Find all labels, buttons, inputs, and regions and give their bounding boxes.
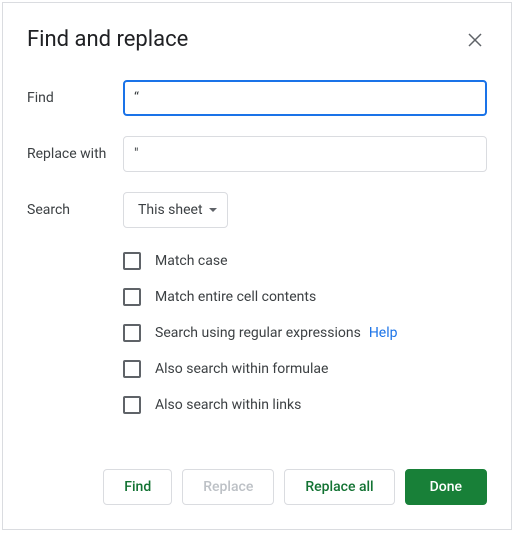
replace-all-button[interactable]: Replace all — [284, 469, 394, 505]
replace-input[interactable] — [123, 136, 487, 172]
search-label: Search — [27, 202, 123, 218]
find-input[interactable] — [123, 80, 487, 116]
regex-label: Search using regular expressions — [155, 325, 361, 341]
chevron-down-icon — [209, 208, 217, 212]
regex-help-link[interactable]: Help — [369, 325, 398, 341]
find-replace-dialog: Find and replace Find Replace with Searc… — [2, 2, 512, 530]
regex-checkbox[interactable] — [123, 324, 141, 342]
options-section: Match case Match entire cell contents Se… — [123, 252, 487, 414]
match-case-option[interactable]: Match case — [123, 252, 487, 270]
formulae-label: Also search within formulae — [155, 361, 328, 377]
search-scope-value: This sheet — [138, 202, 203, 218]
formulae-option[interactable]: Also search within formulae — [123, 360, 487, 378]
match-entire-option[interactable]: Match entire cell contents — [123, 288, 487, 306]
find-button[interactable]: Find — [103, 469, 172, 505]
regex-option[interactable]: Search using regular expressions Help — [123, 324, 487, 342]
links-checkbox[interactable] — [123, 396, 141, 414]
match-entire-checkbox[interactable] — [123, 288, 141, 306]
done-button[interactable]: Done — [405, 469, 487, 505]
formulae-checkbox[interactable] — [123, 360, 141, 378]
find-label: Find — [27, 90, 123, 106]
links-label: Also search within links — [155, 397, 301, 413]
replace-button[interactable]: Replace — [182, 469, 274, 505]
close-button[interactable] — [463, 28, 487, 52]
button-row: Find Replace Replace all Done — [103, 469, 487, 505]
links-option[interactable]: Also search within links — [123, 396, 487, 414]
match-case-checkbox[interactable] — [123, 252, 141, 270]
dialog-header: Find and replace — [27, 27, 487, 52]
replace-row: Replace with — [27, 136, 487, 172]
match-entire-label: Match entire cell contents — [155, 289, 316, 305]
close-icon — [468, 33, 482, 47]
find-row: Find — [27, 80, 487, 116]
search-row: Search This sheet — [27, 192, 487, 228]
match-case-label: Match case — [155, 253, 228, 269]
replace-label: Replace with — [27, 146, 123, 162]
dialog-title: Find and replace — [27, 27, 188, 52]
search-scope-dropdown[interactable]: This sheet — [123, 192, 228, 228]
